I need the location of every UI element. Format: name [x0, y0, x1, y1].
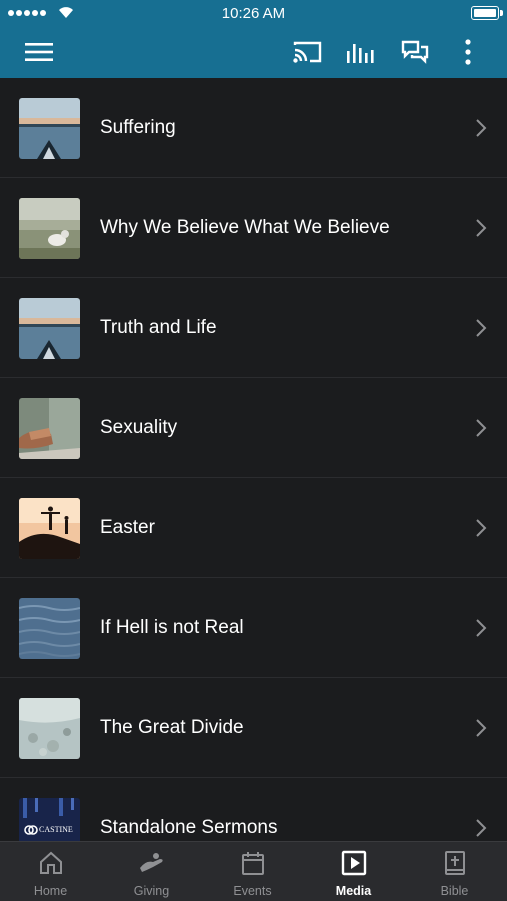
- chevron-right-icon: [476, 719, 487, 737]
- top-navbar: [0, 26, 507, 78]
- castine-logo-text: CASTINE: [39, 825, 73, 834]
- status-time: 10:26 AM: [221, 5, 286, 22]
- series-thumbnail: [19, 398, 80, 459]
- chevron-right-icon: [476, 519, 487, 537]
- tab-bible[interactable]: Bible: [404, 842, 505, 901]
- tab-label: Events: [233, 884, 272, 898]
- tab-bar: Home Giving Events Media Bible: [0, 841, 507, 901]
- series-title: Sexuality: [100, 417, 178, 438]
- tab-home[interactable]: Home: [0, 842, 101, 901]
- series-title: Why We Believe What We Believe: [100, 217, 390, 238]
- giving-icon: [101, 850, 202, 876]
- list-item[interactable]: Why We Believe What We Believe: [0, 178, 507, 278]
- battery-icon: [471, 6, 503, 20]
- list-item[interactable]: If Hell is not Real: [0, 578, 507, 678]
- chevron-right-icon: [476, 219, 487, 237]
- chevron-right-icon: [476, 119, 487, 137]
- list-item[interactable]: The Great Divide: [0, 678, 507, 778]
- home-icon: [0, 850, 101, 876]
- list-item[interactable]: Suffering: [0, 78, 507, 178]
- bible-icon: [404, 850, 505, 876]
- more-vertical-icon[interactable]: [454, 26, 482, 78]
- chevron-right-icon: [476, 819, 487, 837]
- series-thumbnail: [19, 98, 80, 159]
- list-item[interactable]: Truth and Life: [0, 278, 507, 378]
- series-title: Standalone Sermons: [100, 817, 278, 838]
- chat-icon[interactable]: [396, 26, 434, 78]
- media-list: Suffering Why We Believe What We Believe…: [0, 78, 507, 841]
- audio-bars-icon[interactable]: [342, 26, 380, 78]
- series-thumbnail: CASTINE: [19, 798, 80, 841]
- tab-events[interactable]: Events: [202, 842, 303, 901]
- series-title: Easter: [100, 517, 155, 538]
- series-thumbnail: [19, 498, 80, 559]
- cast-icon[interactable]: [288, 26, 328, 78]
- calendar-icon: [202, 850, 303, 876]
- tab-label: Giving: [133, 884, 170, 898]
- series-thumbnail: [19, 698, 80, 759]
- media-play-icon: [303, 850, 404, 876]
- series-title: Truth and Life: [100, 317, 217, 338]
- series-title: The Great Divide: [100, 717, 244, 738]
- list-item[interactable]: Easter: [0, 478, 507, 578]
- list-item[interactable]: CASTINE Standalone Sermons: [0, 778, 507, 841]
- series-title: Suffering: [100, 117, 176, 138]
- series-thumbnail: [19, 198, 80, 259]
- chevron-right-icon: [476, 319, 487, 337]
- tab-giving[interactable]: Giving: [101, 842, 202, 901]
- series-title: If Hell is not Real: [100, 617, 244, 638]
- status-bar: 10:26 AM: [0, 0, 507, 26]
- menu-icon[interactable]: [20, 26, 58, 78]
- chevron-right-icon: [476, 419, 487, 437]
- tab-media[interactable]: Media: [303, 842, 404, 901]
- series-thumbnail: [19, 598, 80, 659]
- list-item[interactable]: Sexuality: [0, 378, 507, 478]
- chevron-right-icon: [476, 619, 487, 637]
- tab-label: Bible: [440, 884, 469, 898]
- tab-label: Media: [335, 884, 372, 898]
- tab-label: Home: [33, 884, 68, 898]
- series-thumbnail: [19, 298, 80, 359]
